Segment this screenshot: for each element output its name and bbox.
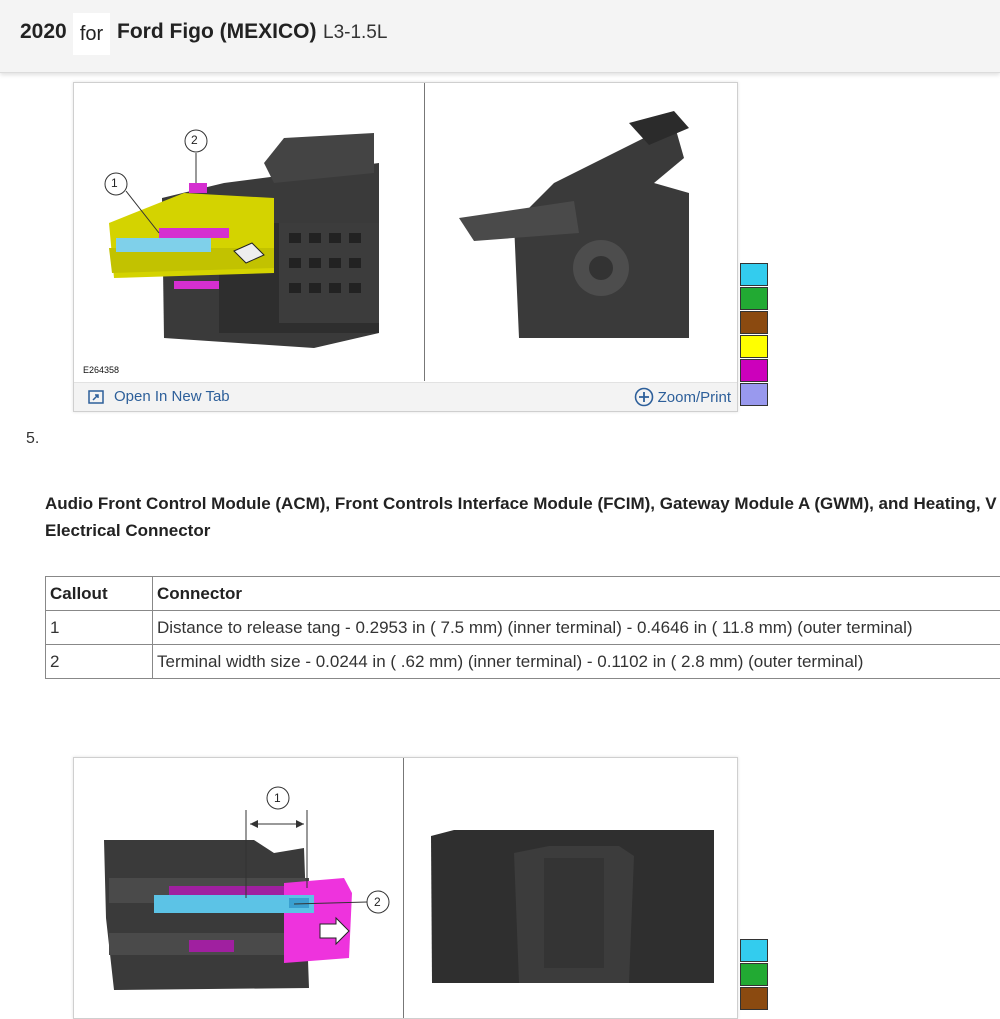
callout-label: 1 bbox=[274, 791, 281, 805]
callout-label: 2 bbox=[374, 895, 381, 909]
header-callout: Callout bbox=[46, 577, 153, 611]
color-swatch bbox=[740, 263, 768, 286]
callout-label: 2 bbox=[191, 133, 198, 147]
callout-cell: 2 bbox=[46, 645, 153, 679]
color-swatch bbox=[740, 939, 768, 962]
step-number: 5. bbox=[26, 430, 39, 448]
table-row: 1 Distance to release tang - 0.2953 in (… bbox=[46, 611, 1000, 645]
step-title-line-1: Audio Front Control Module (ACM), Front … bbox=[45, 490, 1000, 517]
connector-illustration-2 bbox=[74, 758, 737, 1018]
wire-color-swatches bbox=[740, 263, 768, 407]
table-header-row: Callout Connector bbox=[46, 577, 1000, 611]
figure-id: E264358 bbox=[83, 365, 119, 375]
header-connector: Connector bbox=[153, 577, 1000, 611]
connector-cell: Distance to release tang - 0.2953 in ( 7… bbox=[153, 611, 1000, 645]
color-swatch bbox=[740, 311, 768, 334]
wire-color-swatches bbox=[740, 939, 768, 1011]
color-swatch bbox=[740, 359, 768, 382]
open-new-tab-button[interactable]: Open In New Tab bbox=[88, 388, 230, 405]
connector-table: Callout Connector 1 Distance to release … bbox=[45, 576, 1000, 679]
zoom-print-label: Zoom/Print bbox=[658, 389, 731, 406]
color-swatch bbox=[740, 987, 768, 1010]
connector-figure-1: 1 2 E264358 Open In New Tab Zoom/Print bbox=[73, 82, 738, 412]
title-bar: 2020 for Ford Figo (MEXICO) L3-1.5L bbox=[0, 0, 1000, 73]
step-title: Audio Front Control Module (ACM), Front … bbox=[45, 490, 1000, 544]
color-swatch bbox=[740, 335, 768, 358]
figure-toolbar: Open In New Tab Zoom/Print bbox=[74, 382, 737, 411]
connector-illustration-1 bbox=[74, 83, 737, 383]
connector-figure-2: 1 2 bbox=[73, 757, 738, 1019]
color-swatch bbox=[740, 287, 768, 310]
for-label: for bbox=[73, 13, 110, 55]
color-swatch bbox=[740, 383, 768, 406]
color-swatch bbox=[740, 963, 768, 986]
zoom-print-button[interactable]: Zoom/Print bbox=[634, 387, 731, 407]
callout-label: 1 bbox=[111, 176, 118, 190]
open-tab-label: Open In New Tab bbox=[114, 388, 230, 405]
step-title-line-2: Electrical Connector bbox=[45, 517, 1000, 544]
vehicle-year: 2020 bbox=[20, 20, 67, 44]
table-row: 2 Terminal width size - 0.0244 in ( .62 … bbox=[46, 645, 1000, 679]
panel-divider bbox=[403, 758, 404, 1018]
zoom-plus-icon bbox=[634, 387, 654, 407]
vehicle-model: Ford Figo (MEXICO) bbox=[117, 20, 316, 44]
open-tab-icon bbox=[88, 390, 104, 404]
panel-divider bbox=[424, 83, 425, 381]
callout-marker-1 bbox=[82, 101, 94, 117]
engine-label: L3-1.5L bbox=[323, 22, 387, 44]
callout-cell: 1 bbox=[46, 611, 153, 645]
connector-cell: Terminal width size - 0.0244 in ( .62 mm… bbox=[153, 645, 1000, 679]
